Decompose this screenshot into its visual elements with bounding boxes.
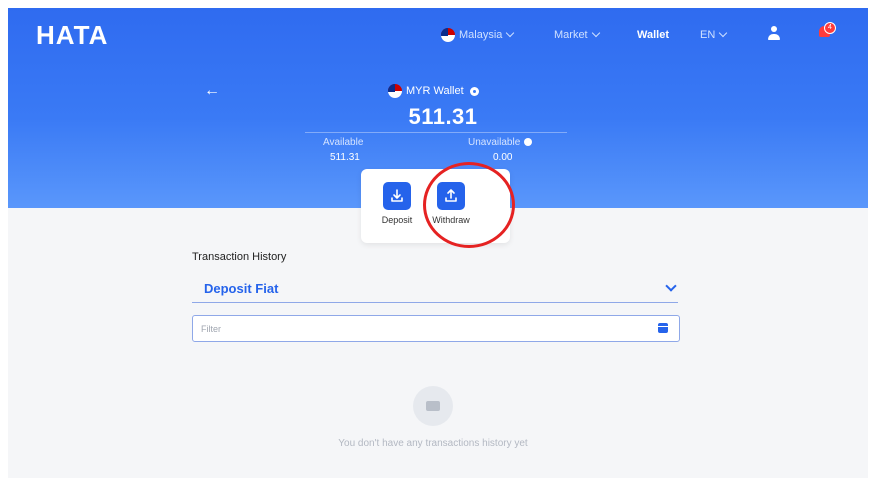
calendar-icon[interactable] [658, 323, 668, 333]
chevron-down-icon [665, 280, 677, 292]
deposit-label: Deposit [381, 215, 413, 225]
available-label: Available [323, 137, 364, 148]
user-icon[interactable] [767, 26, 781, 42]
screenshot-frame: HATA Malaysia Market Wallet EN 4 ← MYR W… [0, 0, 871, 479]
transaction-type-value: Deposit Fiat [204, 281, 279, 296]
unavailable-label-group: Unavailable [468, 137, 533, 148]
market-label: Market [554, 29, 588, 41]
download-icon [383, 182, 411, 210]
wallet-icon [426, 401, 440, 411]
notification-badge: 4 [824, 22, 836, 34]
withdraw-highlight-circle [423, 162, 515, 248]
filter-input[interactable] [199, 320, 643, 338]
app-window: HATA Malaysia Market Wallet EN 4 ← MYR W… [8, 8, 868, 478]
user-head-shape [771, 26, 777, 32]
deposit-button[interactable]: Deposit [367, 182, 427, 225]
wallet-balance: 511.31 [408, 104, 478, 129]
unavailable-label: Unavailable [468, 137, 521, 148]
chevron-down-icon [506, 28, 515, 38]
transaction-history-title: Transaction History [192, 251, 287, 263]
country-selector[interactable]: Malaysia [441, 25, 515, 45]
wallet-name: MYR Wallet [406, 85, 464, 97]
wallet-nav-link[interactable]: Wallet [637, 25, 669, 45]
brand-logo[interactable]: HATA [36, 20, 108, 51]
language-selector[interactable]: EN [700, 25, 728, 45]
chevron-down-icon [591, 28, 600, 38]
language-label: EN [700, 29, 716, 41]
market-menu[interactable]: Market [554, 25, 600, 45]
balance-divider [305, 132, 567, 133]
empty-state-message: You don't have any transactions history … [338, 438, 528, 449]
unavailable-value: 0.00 [493, 152, 513, 163]
chevron-down-icon [719, 28, 728, 38]
eye-icon[interactable] [469, 86, 479, 96]
country-label: Malaysia [459, 29, 503, 41]
info-icon[interactable] [524, 138, 533, 147]
back-arrow-icon[interactable]: ← [204, 82, 220, 100]
filter-field[interactable] [192, 315, 680, 342]
malaysia-flag-icon [388, 84, 402, 98]
empty-state-illustration [413, 386, 453, 426]
wallet-title: MYR Wallet [388, 84, 479, 98]
user-body-shape [768, 34, 780, 40]
malaysia-flag-icon [441, 28, 455, 42]
transaction-type-select[interactable]: Deposit Fiat [192, 276, 678, 303]
available-value: 511.31 [330, 152, 360, 163]
